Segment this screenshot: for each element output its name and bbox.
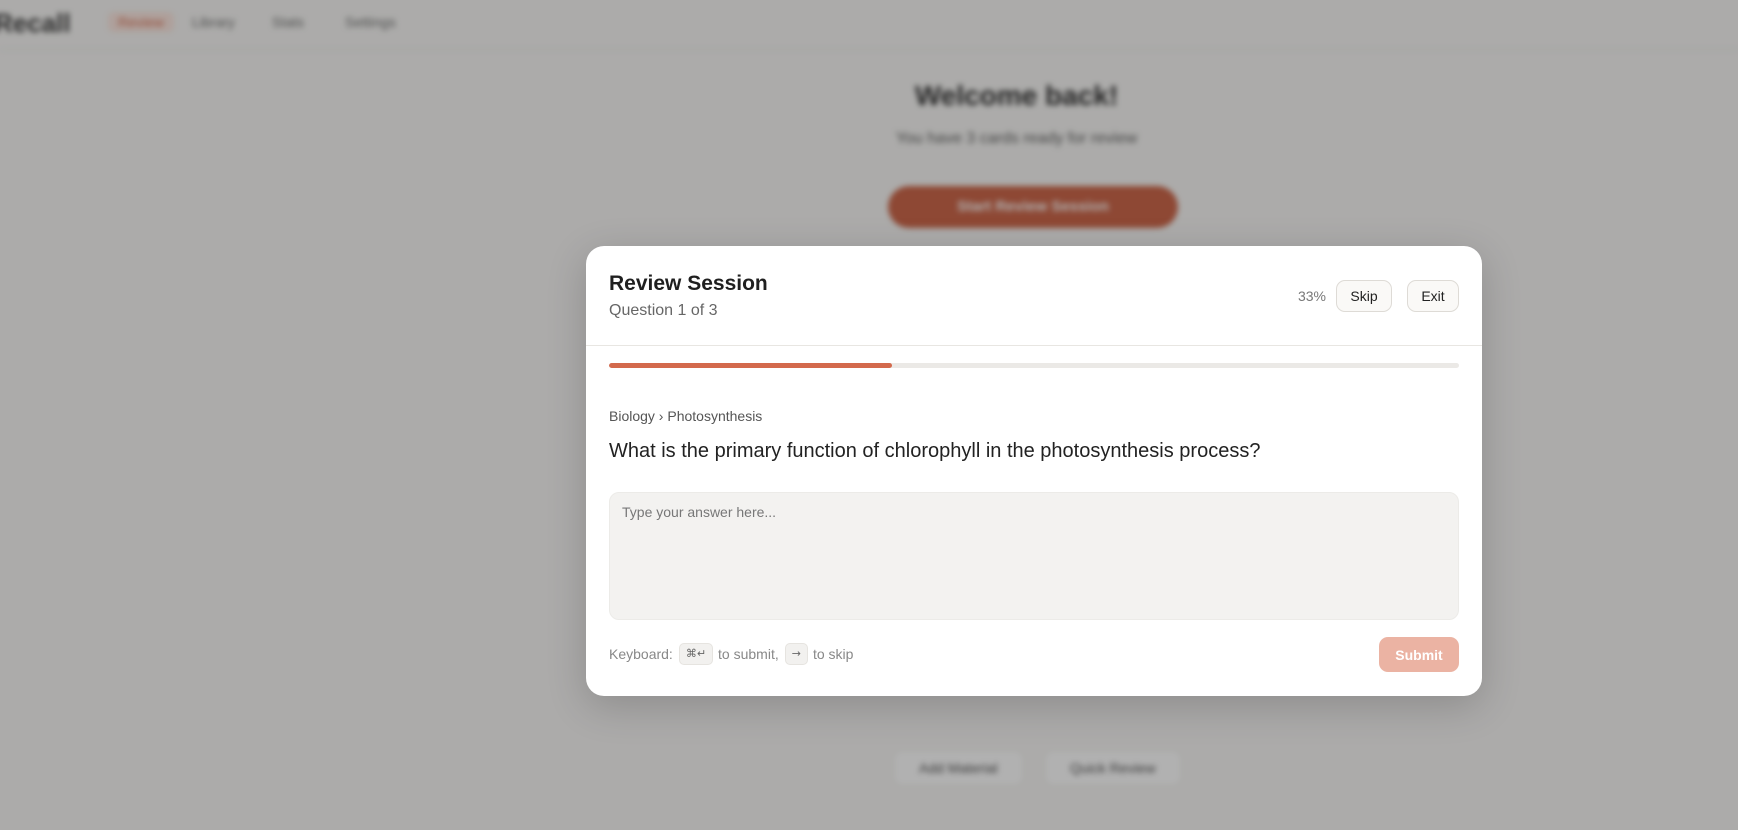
question-text: What is the primary function of chloroph… [609, 440, 1261, 462]
question-counter: Question 1 of 3 [609, 302, 718, 319]
progress-percent: 33% [1297, 288, 1326, 304]
keyboard-hints: Keyboard: ⌘↵ to submit, → to skip [609, 642, 853, 666]
question-breadcrumb: Biology › Photosynthesis [609, 408, 763, 424]
progress-bar [609, 363, 1459, 368]
modal-title: Review Session [609, 272, 768, 295]
exit-button[interactable]: Exit [1407, 280, 1459, 312]
submit-shortcut-text: to submit, [718, 646, 779, 662]
submit-button[interactable]: Submit [1379, 637, 1459, 672]
skip-shortcut-key: → [784, 643, 808, 665]
review-session-modal: Review Session Question 1 of 3 33% Skip … [586, 246, 1482, 696]
submit-shortcut-key: ⌘↵ [678, 643, 714, 665]
keyboard-label: Keyboard: [609, 646, 673, 662]
modal-header: Review Session Question 1 of 3 33% Skip … [586, 246, 1482, 346]
skip-button[interactable]: Skip [1336, 280, 1392, 312]
progress-bar-fill [609, 363, 893, 368]
answer-input[interactable] [609, 492, 1459, 620]
skip-shortcut-text: to skip [812, 646, 854, 662]
